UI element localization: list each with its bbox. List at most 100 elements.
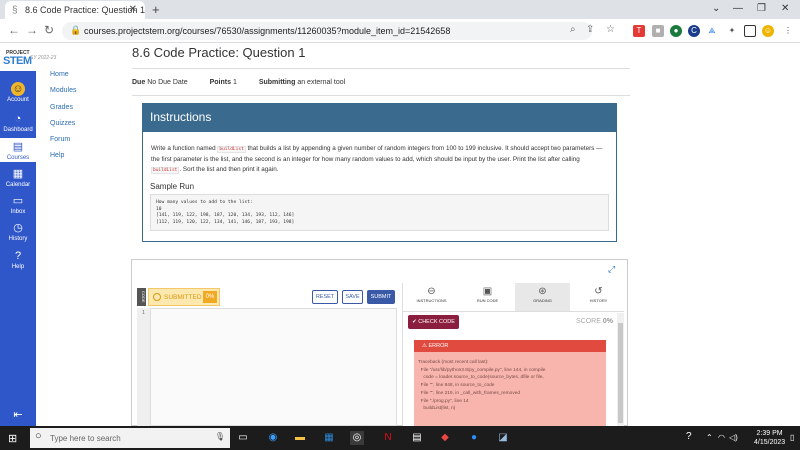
score-value: 0% [602,318,613,325]
extension-vscode-icon[interactable]: ⟁ [706,25,718,37]
global-nav-calendar-label: Calendar [5,182,31,188]
code-editor[interactable] [137,308,397,426]
minimize-icon[interactable]: — [733,3,743,14]
extension-c-icon[interactable]: C [688,25,700,37]
global-nav-inbox[interactable]: ▭ Inbox [0,194,36,215]
global-nav-courses-label: Courses [6,155,30,161]
submitted-status: SUBMITTED 0% [148,288,220,306]
menu-kebab-icon[interactable]: ⋮ [782,25,794,37]
windows-start-icon[interactable]: ⊞ [8,432,17,445]
page-title: 8.6 Code Practice: Question 1 [132,45,306,60]
global-nav-courses[interactable]: ▤ Courses [0,138,36,162]
reload-icon[interactable]: ↻ [44,23,54,37]
tray-overflow-icon[interactable]: ⌃ [706,433,713,442]
help-tray-icon[interactable]: ? [686,431,692,442]
save-button[interactable]: SAVE [342,290,363,304]
extension-tp-icon[interactable]: T [633,25,645,37]
title-divider [132,68,630,69]
code-side-tab[interactable]: CODE [137,288,146,306]
sidebar-icon[interactable] [744,25,756,37]
instructions-heading: Instructions [143,104,616,132]
grading-scrollbar[interactable] [617,313,624,426]
extensions-puzzle-icon[interactable]: ✦ [726,25,738,37]
back-icon[interactable]: ← [8,23,20,37]
browser-tab[interactable]: § 8.6 Code Practice: Question 1 ✕ [5,1,145,19]
error-box: ⚠ ERROR Traceback (most recent call last… [414,340,606,426]
meta-divider [132,95,630,96]
extension-green-icon[interactable]: ● [670,25,682,37]
task-view-icon[interactable]: ▭ [236,431,250,445]
close-tab-icon[interactable]: ✕ [129,4,137,15]
score-display: SCORE 0% [576,318,613,325]
submitted-circle-icon [153,293,161,301]
search-icon[interactable]: ⌕ [570,24,576,35]
due-value: No Due Date [147,79,188,86]
zoom-icon[interactable]: ● [467,431,481,445]
instructions-text-part: . Sort the list and then print it again. [179,166,279,173]
calculator-icon[interactable]: ▤ [410,431,424,445]
global-nav-dashboard[interactable]: ◔ Dashboard [0,112,36,133]
history-tab-icon: ↺ [594,286,603,297]
tab-grading[interactable]: ⊛ GRADING [515,283,570,311]
history-icon: ◷ [13,222,23,234]
global-nav-account-label: Account [7,97,29,103]
instructions-text-part: Write a function named [151,145,216,152]
global-nav-account[interactable]: ☺ Account [0,82,36,103]
chrome-icon[interactable]: ◎ [350,431,364,445]
netflix-icon[interactable]: N [381,431,395,445]
site-favicon-icon: § [12,5,18,16]
bookmark-star-icon[interactable]: ☆ [606,24,615,35]
notification-icon[interactable]: ▯ [790,433,794,442]
courses-icon: ▤ [12,141,24,153]
file-explorer-icon[interactable]: ▬ [293,431,307,445]
snipping-tool-icon[interactable]: ◪ [496,431,510,445]
store-icon[interactable]: ▦ [322,431,336,445]
logo-text-main: STEM [3,55,32,67]
scrollbar-thumb[interactable] [618,323,623,423]
collapse-nav-icon[interactable]: ⇤ [0,408,36,421]
course-nav-help[interactable]: Help [50,152,64,159]
error-traceback: Traceback (most recent call last): File … [418,360,546,412]
submit-button[interactable]: SUBMIT [367,290,395,304]
new-tab-icon[interactable]: + [152,2,160,17]
course-nav-home[interactable]: Home [50,71,69,78]
wifi-icon[interactable]: ◠ [718,433,725,442]
fullscreen-icon[interactable]: ⤢ [608,264,615,275]
global-nav-dashboard-label: Dashboard [3,127,33,133]
sample-run-output: How many values to add to the list: 10 [… [150,194,609,231]
tab-run-code[interactable]: ▣ RUN CODE [460,283,515,311]
app-red-icon[interactable]: ◆ [438,431,452,445]
sample-run-heading: Sample Run [150,182,195,191]
tab-title: 8.6 Code Practice: Question 1 [25,5,146,15]
line-number-gutter: 1 [137,308,151,426]
check-code-button[interactable]: ✔ CHECK CODE [408,315,459,329]
forward-icon[interactable]: → [26,23,38,37]
profile-avatar-icon[interactable]: ☺ [762,25,774,37]
url-bar[interactable]: 🔒 courses.projectstem.org/courses/76530/… [62,22,592,40]
microphone-icon[interactable]: 🎙 [215,432,225,441]
reset-button[interactable]: RESET [312,290,338,304]
taskbar-clock[interactable]: 2:39 PM 4/15/2023 [754,429,785,447]
course-nav-quizzes[interactable]: Quizzes [50,120,75,127]
course-nav-grades[interactable]: Grades [50,104,73,111]
course-nav-modules[interactable]: Modules [50,87,76,94]
tab-instructions[interactable]: ⊖ INSTRUCTIONS [404,283,459,311]
course-nav-forum[interactable]: Forum [50,136,70,143]
global-nav-history[interactable]: ◷ History [0,221,36,242]
submitting-value: an external tool [297,79,346,86]
share-icon[interactable]: ⇪ [586,24,594,35]
global-nav-calendar[interactable]: ▦ Calendar [0,167,36,188]
close-window-icon[interactable]: ✕ [781,3,789,14]
volume-icon[interactable]: ◁) [729,433,738,442]
tab-search-icon[interactable]: ⌄ [712,3,720,14]
tab-history[interactable]: ↺ HISTORY [571,283,626,311]
taskbar-search[interactable]: ○ Type here to search 🎙 [30,428,230,448]
extension-grey-icon[interactable]: ■ [652,25,664,37]
clock-time: 2:39 PM [756,430,783,437]
edge-icon[interactable]: ◉ [266,431,280,445]
tab-instructions-label: INSTRUCTIONS [416,298,447,303]
global-nav-history-label: History [8,236,28,242]
maximize-icon[interactable]: ❐ [757,3,766,14]
global-nav-help[interactable]: ? Help [0,249,36,270]
help-icon: ? [14,250,22,262]
